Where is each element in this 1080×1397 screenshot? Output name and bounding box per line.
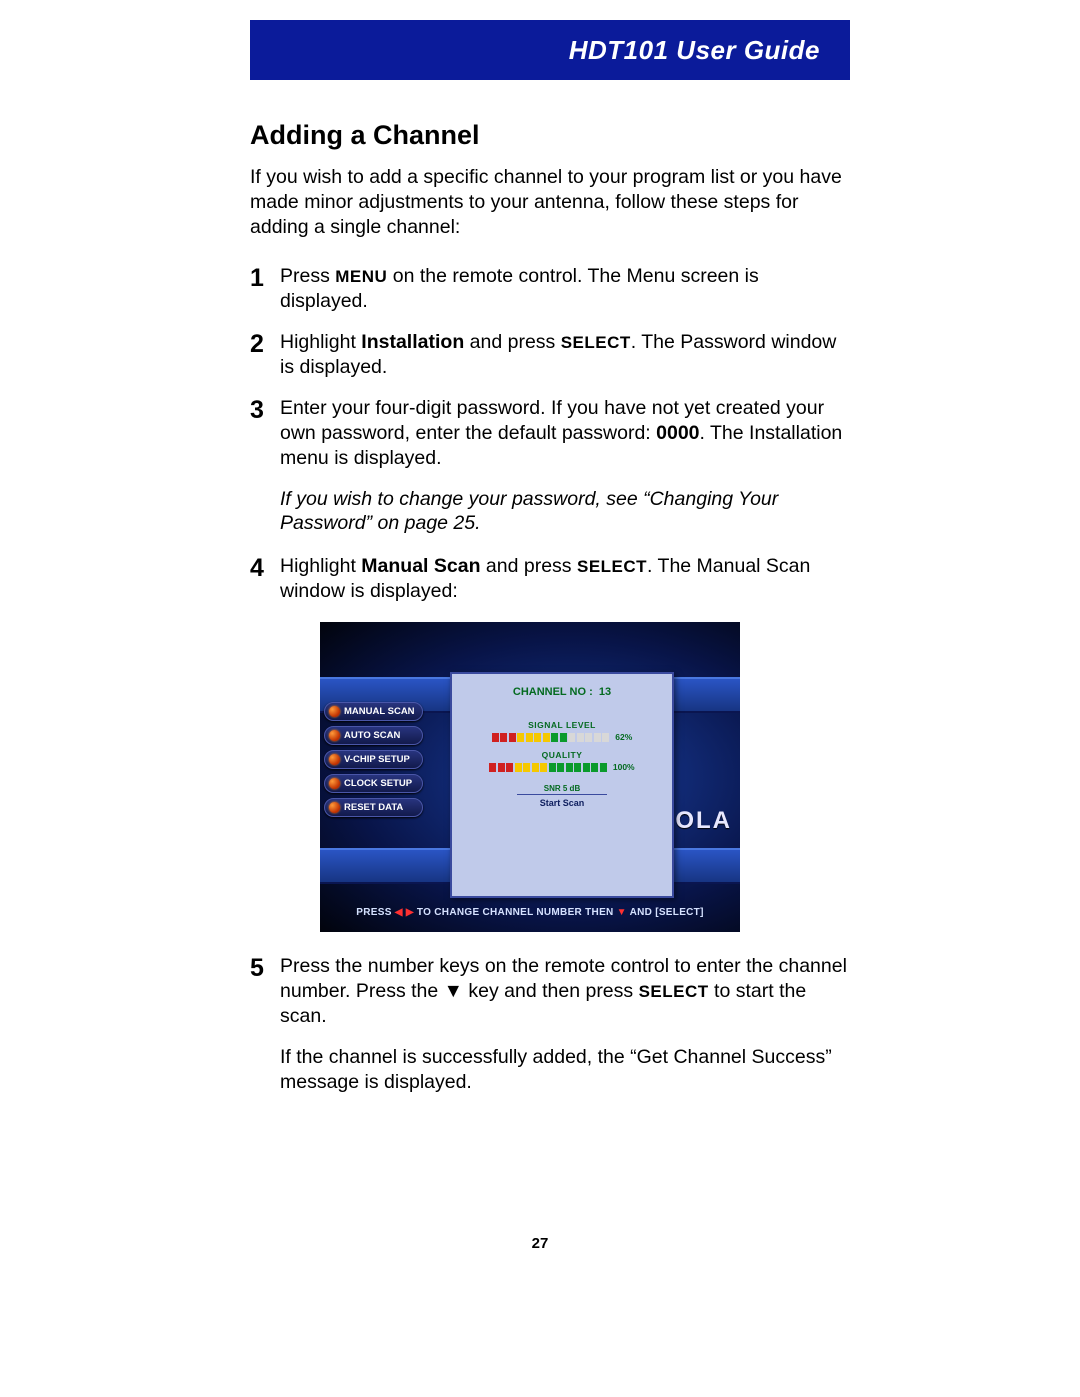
menu-manual-scan: MANUAL SCAN bbox=[324, 702, 423, 721]
step-3: 3 Enter your four-digit password. If you… bbox=[250, 396, 850, 471]
tv-hint: PRESS ◀ ▶ TO CHANGE CHANNEL NUMBER THEN … bbox=[320, 907, 740, 918]
doc-title: HDT101 User Guide bbox=[569, 35, 820, 66]
quality-bar bbox=[489, 763, 607, 772]
start-scan: Start Scan bbox=[540, 798, 585, 808]
section-heading: Adding a Channel bbox=[250, 120, 850, 151]
password-note: If you wish to change your password, see… bbox=[280, 487, 850, 537]
step-5: 5 Press the number keys on the remote co… bbox=[250, 954, 850, 1029]
tv-screenshot: OLA MANUAL SCAN AUTO SCAN V-CHIP SETUP C… bbox=[320, 622, 850, 932]
menu-vchip-setup: V-CHIP SETUP bbox=[324, 750, 423, 769]
intro-paragraph: If you wish to add a specific channel to… bbox=[250, 165, 850, 240]
page-number: 27 bbox=[0, 1235, 1080, 1252]
menu-clock-setup: CLOCK SETUP bbox=[324, 774, 423, 793]
step-2: 2 Highlight Installation and press SELEC… bbox=[250, 330, 850, 380]
step-4: 4 Highlight Manual Scan and press SELECT… bbox=[250, 554, 850, 604]
menu-auto-scan: AUTO SCAN bbox=[324, 726, 423, 745]
post-paragraph: If the channel is successfully added, th… bbox=[280, 1045, 850, 1095]
signal-bar bbox=[492, 733, 610, 742]
menu-reset-data: RESET DATA bbox=[324, 798, 423, 817]
header-bar: HDT101 User Guide bbox=[250, 20, 850, 80]
brand-text: OLA bbox=[675, 807, 732, 835]
step-1: 1 Press MENU on the remote control. The … bbox=[250, 264, 850, 314]
scan-panel: CHANNEL NO : 13 SIGNAL LEVEL 62% QUALITY bbox=[450, 672, 674, 898]
